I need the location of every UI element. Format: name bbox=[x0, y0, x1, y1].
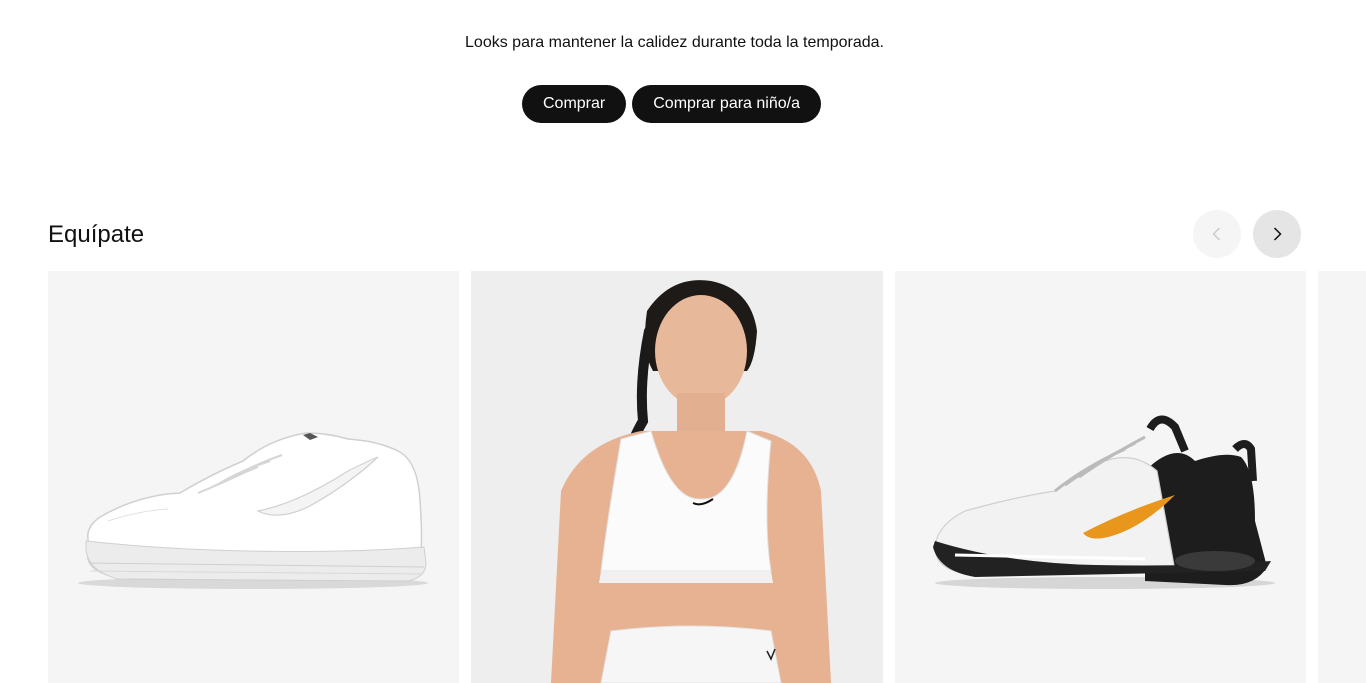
carousel-next-button[interactable] bbox=[1253, 210, 1301, 258]
product-card[interactable] bbox=[1318, 271, 1366, 683]
shop-kids-button[interactable]: Comprar para niño/a bbox=[632, 85, 821, 123]
cta-button-row: Comprar Comprar para niño/a bbox=[0, 85, 1343, 123]
partial-product-image bbox=[1318, 271, 1366, 683]
shop-button[interactable]: Comprar bbox=[522, 85, 627, 123]
carousel-prev-button[interactable] bbox=[1193, 210, 1241, 258]
white-sneaker-image bbox=[78, 432, 428, 589]
product-card[interactable] bbox=[471, 271, 883, 683]
white-sports-bra-image bbox=[471, 271, 883, 683]
chevron-right-icon bbox=[1273, 227, 1282, 241]
hero-subtitle: Looks para mantener la calidez durante t… bbox=[465, 34, 884, 51]
section-title: Equípate bbox=[48, 221, 145, 248]
product-card[interactable] bbox=[895, 271, 1306, 683]
product-card[interactable] bbox=[48, 271, 459, 683]
chevron-left-icon bbox=[1212, 227, 1221, 241]
training-shoe-image bbox=[933, 415, 1275, 589]
